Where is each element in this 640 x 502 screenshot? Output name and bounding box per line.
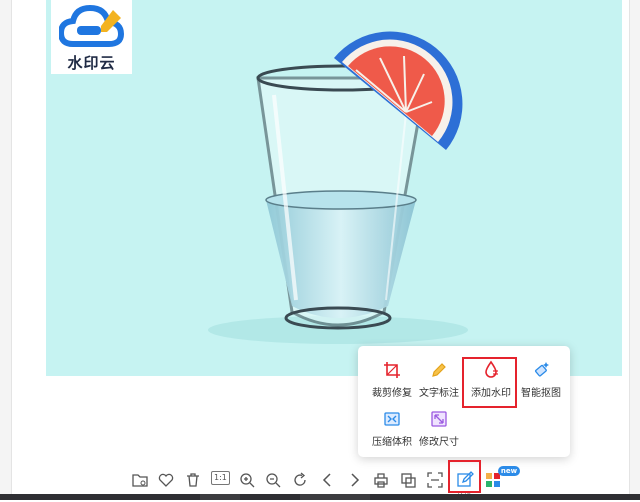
scan-button[interactable] <box>425 470 445 490</box>
glass-with-orange-image <box>208 31 468 344</box>
previous-button[interactable] <box>318 470 338 490</box>
left-scroll-edge <box>0 0 12 500</box>
next-icon <box>351 473 360 487</box>
cloud-logo-icon <box>59 4 125 47</box>
magic-eraser-icon <box>535 362 549 377</box>
open-folder-button[interactable] <box>130 470 150 490</box>
actual-size-button[interactable]: 1:1 <box>211 471 230 485</box>
favorite-button[interactable] <box>156 470 176 490</box>
compress-icon <box>384 412 400 426</box>
new-badge: new <box>498 466 520 476</box>
print-button[interactable] <box>371 470 391 490</box>
delete-button[interactable] <box>183 470 203 490</box>
image-preview[interactable] <box>46 0 622 376</box>
resize-tool[interactable]: 修改尺寸 <box>413 409 465 453</box>
zoom-out-icon <box>266 473 281 488</box>
folder-icon <box>132 474 148 487</box>
watermark-highlight-box <box>462 357 517 408</box>
text-annotate-label: 文字标注 <box>419 388 459 399</box>
heart-icon <box>158 473 174 487</box>
compress-size-tool[interactable]: 压缩体积 <box>366 409 418 453</box>
trash-icon <box>187 473 199 487</box>
edit-button-highlight-box <box>448 460 481 493</box>
resize-icon <box>431 411 447 427</box>
copy-button[interactable] <box>398 470 418 490</box>
crop-repair-tool[interactable]: 裁剪修复 <box>366 360 418 404</box>
scan-icon <box>427 472 443 488</box>
logo-text: 水印云 <box>67 54 116 72</box>
print-icon <box>374 473 388 488</box>
crop-repair-label: 裁剪修复 <box>372 388 412 399</box>
zoom-out-button[interactable] <box>263 470 283 490</box>
smart-cutout-tool[interactable]: 智能抠图 <box>515 360 567 404</box>
crop-icon <box>384 362 400 378</box>
zoom-in-icon <box>240 473 255 488</box>
rotate-button[interactable] <box>290 470 310 490</box>
next-button[interactable] <box>344 470 364 490</box>
rotate-icon <box>294 472 306 486</box>
resize-label: 修改尺寸 <box>419 437 459 448</box>
previous-icon <box>322 473 331 487</box>
copy-icon <box>401 473 416 488</box>
smart-cutout-label: 智能抠图 <box>521 388 561 399</box>
text-annotate-tool[interactable]: 文字标注 <box>413 360 465 404</box>
watermark-logo: 水印云 <box>51 0 132 74</box>
compress-size-label: 压缩体积 <box>372 437 412 448</box>
taskbar-strip <box>0 494 640 500</box>
zoom-in-button[interactable] <box>237 470 257 490</box>
right-scroll-edge <box>629 0 640 500</box>
pen-icon <box>432 363 446 377</box>
